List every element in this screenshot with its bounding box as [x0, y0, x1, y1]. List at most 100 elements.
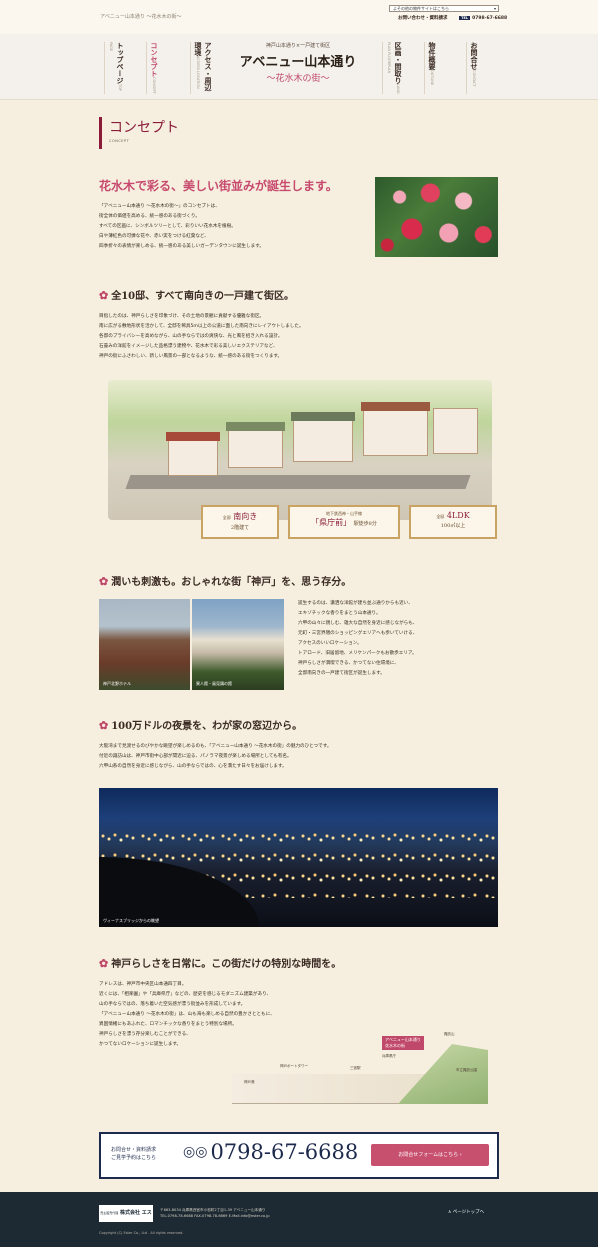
company-logo[interactable]: 売主販売代理 株式会社 エスター — [99, 1205, 153, 1233]
section4-heading: ✿ 神戸らしさを日常に。この街だけの特別な時間を。 — [99, 955, 341, 970]
intro-text: 「アベニュー山本通り ～花水木の街～」のコンセプトは、 街全体の価値を高める、統… — [99, 202, 264, 252]
nav-item-concept[interactable]: コンセプトCONCEPT — [146, 42, 159, 94]
contact-form-button[interactable]: お問合せフォームはこちら › — [371, 1144, 489, 1166]
page-title: コンセプト CONCEPT — [99, 117, 179, 149]
map-label-port: 神戸港 — [244, 1080, 255, 1084]
breadcrumb: アベニュー山本通り ～花水木の街～ — [100, 14, 182, 20]
section2-line: エキゾチックな香りをまとう山本通り。 — [298, 611, 381, 616]
nav-item-contact[interactable]: お問合せCONTACT — [466, 42, 479, 94]
property-sign: アベニュー山本通り 花水木の街 — [382, 1036, 424, 1050]
section4-line: 近くには、「相楽園」や「兵庫県庁」などの、歴史を感じるモダニズム建築があり、 — [99, 992, 272, 997]
section2-line: 元町・三宮界隈のショッピングエリアへも歩いていける、 — [298, 631, 418, 636]
badge-top: 全邸 — [222, 515, 231, 520]
section1-heading-text: 全10邸、すべて南向きの一戸建て街区。 — [111, 291, 295, 302]
nav-item-access[interactable]: アクセス・周辺環境ACCESS LOCATION — [190, 42, 213, 94]
contact-box: お問合せ・資料請求 ご見学予約はこちら ◎◎ 0798-67-6688 お問合せフ… — [99, 1132, 499, 1179]
email-link[interactable]: E-Mail.info@ester.co.jp — [229, 1214, 270, 1218]
house — [363, 410, 428, 456]
photo-caption: ヴィーナスブリッジからの眺望 — [103, 918, 159, 923]
house — [293, 420, 353, 462]
inquiry-link[interactable]: お問い合わせ・資料請求 — [398, 16, 448, 21]
nav-item-label: 物件概要 — [428, 42, 436, 70]
section3-line: 付近の諏訪山は、神戸市街中心部が間近に迫る、パノラマ夜景が楽しめる場所としても有… — [99, 754, 292, 759]
nav-item-plan[interactable]: 区画・間取りLAND PLAN FLOORPLAN — [382, 42, 403, 94]
badge-main: 4LDK — [446, 511, 470, 520]
intro-line: 白や薄紅色の可憐な花や、赤い実をつける紅葉など、 — [99, 234, 209, 239]
section3-line: 六甲山系の自然を身近に感じながら、山の手ならではの、心を満たす日々をお届けします… — [99, 764, 287, 769]
badge-line2: 2階建て — [230, 525, 250, 531]
map-label-office: 兵庫県庁 — [382, 1054, 396, 1058]
tel-fax: TEL.0798-78-6688 FAX.0798-78-6669 — [160, 1214, 228, 1218]
section1-line: 各邸のプライバシーを高めながら、山の手ならではの爽快な、光と風を招き入れる設計。 — [99, 334, 283, 339]
section2-line: 神戸らしさが満喫できる、かつてない住環境に、 — [298, 661, 399, 666]
map-label-park: 市立諏訪公園 — [456, 1068, 477, 1072]
badge-station: 地下鉄西神・山手線 「県庁前」 駅徒歩8分 — [288, 505, 400, 539]
intro-line: 「アベニュー山本通り ～花水木の街～」のコンセプトは、 — [99, 204, 220, 209]
logo-tag: ～花水木の街～ — [266, 74, 330, 84]
page-top-link[interactable]: ∧ ページトップへ — [448, 1209, 484, 1215]
kazamidori-house-photo: 異人館・風見鶏の館 — [192, 599, 284, 690]
nav-item-label: 区画・間取り — [394, 42, 402, 84]
nav-item-label: お問合せ — [470, 42, 478, 70]
intro-heading: 花水木で彩る、美しい街並みが誕生します。 — [99, 179, 338, 193]
header-links: お問い合わせ・資料請求 TEL 0798-67-6688 — [398, 15, 507, 21]
section1-line: 神戸の街にふさわしい、新しい風景の一部となるような、統一感のある街をつくります。 — [99, 354, 283, 359]
nav-item-label: コンセプト — [150, 42, 158, 77]
section4-heading-text: 神戸らしさを日常に。この街だけの特別な時間を。 — [111, 959, 342, 970]
badge-4ldk: 全邸 4LDK 100㎡以上 — [409, 505, 497, 539]
phone-icon: TEL — [459, 16, 471, 20]
road — [125, 475, 471, 489]
nav-item-outline[interactable]: 物件概要OUTLINE — [424, 42, 437, 94]
section4-line: 「アベニュー山本通り ～花水木の街」は、山も海も楽しめる自然の豊かさとともに、 — [99, 1012, 275, 1017]
company-logo-pre: 売主販売代理 — [100, 1211, 119, 1215]
chevron-down-icon: ▾ — [493, 6, 496, 11]
contact-tel-number: 0798-67-6688 — [210, 1140, 359, 1164]
section1-line: 目指したのは、神戸らしさを印象づけ、その土地の景観に貢献する優雅な街区。 — [99, 314, 265, 319]
section2-heading: ✿ 潤いも刺激も。おしゃれな街「神戸」を、思う存分。 — [99, 573, 351, 588]
contact-tel[interactable]: ◎◎ 0798-67-6688 — [183, 1140, 358, 1164]
contact-text: お問合せ・資料請求 ご見学予約はこちら — [111, 1146, 156, 1162]
page-title-sub: CONCEPT — [109, 139, 130, 143]
map-label-tower: 神戸ポートタワー — [280, 1064, 308, 1068]
site-logo[interactable]: 神戸山本通り×一戸建て街区 アベニュー山本通り ～花水木の街～ — [230, 42, 366, 84]
house — [228, 430, 283, 468]
nav-item-sub: ACCESS LOCATION — [196, 56, 200, 89]
badge-top: 地下鉄西神・山手線 — [326, 511, 362, 516]
header-tel[interactable]: TEL 0798-67-6688 — [459, 16, 507, 21]
property-sign-sub: 花水木の街 — [385, 1043, 405, 1048]
section3-line: 大阪湾まで見渡せるのびやかな眺望が楽しめるのも、「アベニュー山本通り ～花水木の… — [99, 744, 332, 749]
logo-pre: 神戸山本通り×一戸建て街区 — [265, 43, 331, 49]
section2-line: 全邸南向きの一戸建て街区が誕生します。 — [298, 671, 385, 676]
section2-heading-text: 潤いも刺激も。おしゃれな街「神戸」を、思う存分。 — [111, 577, 352, 588]
location-illustration: アベニュー山本通り 花水木の街 神戸港 神戸ポートタワー 三宮駅 兵庫県庁 諏訪… — [232, 1030, 488, 1104]
badge-south-facing: 全邸 南向き 2階建て — [201, 505, 279, 539]
section3-heading-text: 100万ドルの夜景を、わが家の窓辺から。 — [111, 721, 303, 732]
section3-heading: ✿ 100万ドルの夜景を、わが家の窓辺から。 — [99, 717, 302, 732]
section1-heading: ✿ 全10邸、すべて南向きの一戸建て街区。 — [99, 287, 294, 302]
section1-line: 南に広がる敷地形状を活かして、全邸を稀具5m以上の公道に面した南向きにレイアウト… — [99, 324, 304, 329]
house-roof — [166, 432, 220, 441]
nav-item-label: トップページ — [116, 42, 124, 84]
badge-line2: 100㎡以上 — [440, 523, 466, 529]
contact-line: お問合せ・資料請求 — [111, 1147, 157, 1153]
section1-text: 目指したのは、神戸らしさを印象づけ、その土地の景観に貢献する優雅な街区。 南に広… — [99, 312, 304, 362]
badge-main: 「県庁前」 — [311, 518, 352, 527]
flower-icon: ✿ — [99, 575, 109, 588]
logo-main: アベニュー山本通り — [239, 55, 357, 70]
flower-icon: ✿ — [99, 719, 109, 732]
flower-icon: ✿ — [99, 289, 109, 302]
night-view-photo: ヴィーナスブリッジからの眺望 — [99, 788, 498, 927]
badge-line2: 駅徒歩8分 — [353, 521, 377, 527]
section4-line: 山の手ならではの、落ち着いた空気感が漂う街並みを形成しています。 — [99, 1002, 246, 1007]
site-select[interactable]: よその他の物件サイトはこちら ▾ — [389, 5, 499, 12]
house-roof — [361, 402, 430, 411]
section2-line: 六甲の山々に親しむ、雄大な自然を身近に感じながらも、 — [298, 621, 418, 626]
feature-badges: 全邸 南向き 2階建て 地下鉄西神・山手線 「県庁前」 駅徒歩8分 全邸 4LD… — [201, 505, 497, 539]
badge-main: 南向き — [233, 512, 258, 521]
contact-line: ご見学予約はこちら — [111, 1155, 157, 1161]
photo-caption: 異人館・風見鶏の館 — [196, 681, 232, 686]
intro-line: 四季折々の表情が楽しめる、統一感のある美しいガーデンタウンに誕生します。 — [99, 244, 264, 249]
nav-item-top[interactable]: トップページTOP PAGE — [104, 42, 125, 94]
section2-line: トアロード、旧居留地、メリケンパークもお散歩エリア。 — [298, 651, 417, 656]
site-select-value: よその他の物件サイトはこちら — [393, 6, 449, 11]
